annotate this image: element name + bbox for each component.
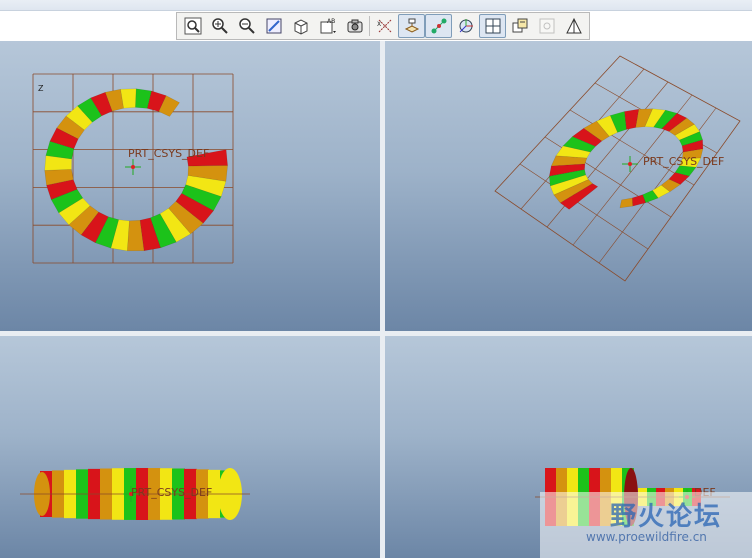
repaint-icon xyxy=(266,18,281,34)
csys-icon xyxy=(459,19,473,33)
datum-grid xyxy=(494,55,741,282)
orient-button[interactable] xyxy=(287,14,314,38)
display-style-button[interactable] xyxy=(341,14,368,38)
saved-views-icon: AB xyxy=(320,18,336,34)
z-axis-label: Z xyxy=(38,84,44,93)
forum-watermark: 野火论坛 www.proewildfire.cn xyxy=(540,492,752,558)
zoom-in-icon xyxy=(211,18,228,34)
annotations-button[interactable] xyxy=(506,14,533,38)
perspective-button[interactable] xyxy=(560,14,587,38)
svg-text:AB: AB xyxy=(327,18,335,25)
viewport-divider-horizontal[interactable] xyxy=(0,331,752,336)
spin-center-button[interactable] xyxy=(533,14,560,38)
csys-button[interactable] xyxy=(452,14,479,38)
model-isometric-view xyxy=(494,55,741,282)
csys-origin xyxy=(131,165,135,169)
saved-views-button[interactable]: AB xyxy=(314,14,341,38)
datum-points-icon xyxy=(431,18,446,34)
view-toolbar: AB X xyxy=(176,12,590,40)
layout-icon xyxy=(485,18,500,34)
model-front-view xyxy=(20,468,250,520)
orient-icon xyxy=(294,19,307,35)
viewport-top-right[interactable]: PRT_CSYS_DEF xyxy=(385,41,752,331)
refit-button[interactable] xyxy=(179,14,206,38)
viewport-bottom-left[interactable]: PRT_CSYS_DEF xyxy=(0,336,380,558)
refit-icon xyxy=(184,17,201,35)
datum-planes-icon xyxy=(404,18,419,33)
model-surface xyxy=(44,88,228,252)
layout-button[interactable] xyxy=(479,14,506,38)
zoom-out-button[interactable] xyxy=(233,14,260,38)
datum-axes-button[interactable]: X xyxy=(371,14,398,38)
window-top-strip xyxy=(0,0,752,11)
viewport-divider-vertical[interactable] xyxy=(380,41,385,558)
datum-points-button[interactable] xyxy=(425,14,452,38)
model-top-view: Z xyxy=(32,73,234,264)
csys-label: PRT_CSYS_DEF xyxy=(128,147,210,160)
viewport-top-left[interactable]: Z PRT_CSYS_DEF xyxy=(0,41,380,331)
toolbar-separator xyxy=(369,16,370,36)
annotations-icon xyxy=(512,18,527,33)
repaint-button[interactable] xyxy=(260,14,287,38)
watermark-title: 野火论坛 xyxy=(610,502,723,532)
zoom-out-icon xyxy=(238,18,255,34)
svg-text:X: X xyxy=(377,21,381,28)
watermark-url: www.proewildfire.cn xyxy=(586,530,707,544)
csys-origin xyxy=(628,162,632,166)
datum-planes-button[interactable] xyxy=(398,14,425,38)
zoom-in-button[interactable] xyxy=(206,14,233,38)
csys-label: PRT_CSYS_DEF xyxy=(643,155,725,168)
spin-center-icon xyxy=(539,18,554,34)
display-style-icon xyxy=(347,19,362,33)
perspective-icon xyxy=(565,17,582,34)
datum-axes-icon: X xyxy=(377,19,391,33)
csys-label: PRT_CSYS_DEF xyxy=(131,486,213,499)
